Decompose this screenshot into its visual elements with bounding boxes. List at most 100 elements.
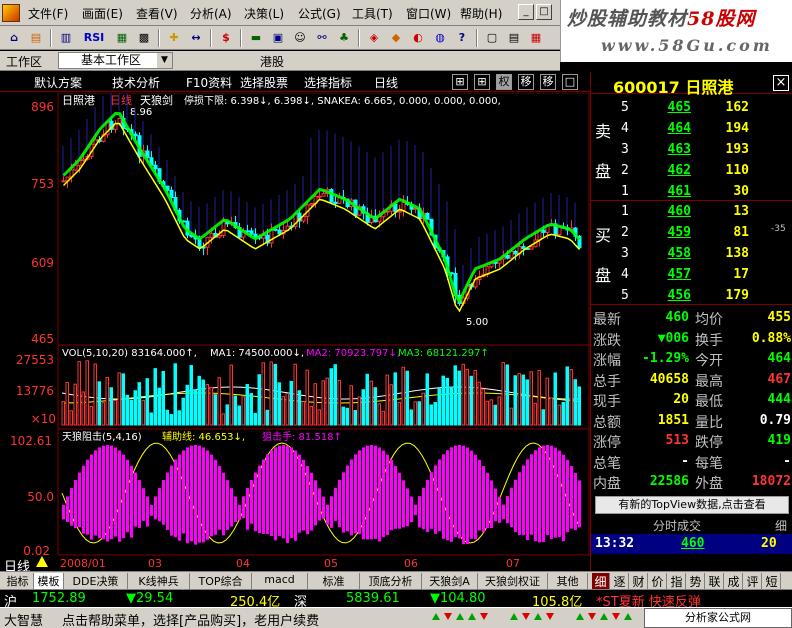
- home-icon[interactable]: ⌂: [4, 29, 24, 47]
- move-toggle-1[interactable]: 移: [518, 74, 534, 90]
- default-scheme-button[interactable]: 默认方案: [34, 74, 82, 90]
- doc-icon[interactable]: ▤: [504, 29, 524, 47]
- tab-right-tick[interactable]: 逐: [611, 573, 629, 589]
- tab-kline-soldier[interactable]: K线神兵: [128, 573, 190, 589]
- tab-right-detail[interactable]: 细: [592, 573, 610, 589]
- globe-icon[interactable]: ◍: [430, 29, 450, 47]
- arrow-icon[interactable]: ↔: [186, 29, 206, 47]
- bid-row[interactable]: 2 459 81: [621, 223, 789, 243]
- app-icon[interactable]: [2, 4, 20, 22]
- menu-file[interactable]: 文件(F): [28, 5, 68, 21]
- calc-icon[interactable]: ▢: [482, 29, 502, 47]
- grid-icon[interactable]: ▩: [134, 29, 154, 47]
- tab-right-linked[interactable]: 联: [706, 573, 724, 589]
- ask-row[interactable]: 5 465 162: [621, 98, 789, 118]
- bid-price[interactable]: 458: [655, 246, 691, 261]
- select-indicator-button[interactable]: 选择指标: [304, 74, 352, 90]
- dollar-icon[interactable]: $: [216, 29, 236, 47]
- bid-row[interactable]: 1 460 13: [621, 202, 789, 222]
- tab-tianlang-a[interactable]: 天狼剑A: [422, 573, 478, 589]
- ask-row[interactable]: 3 463 193: [621, 140, 789, 160]
- book-icon[interactable]: ▦: [526, 29, 546, 47]
- tech-analysis-button[interactable]: 技术分析: [112, 74, 160, 90]
- restore-toggle[interactable]: □: [562, 74, 578, 90]
- tab-top[interactable]: TOP综合: [190, 573, 252, 589]
- binocular-icon[interactable]: ⚯: [312, 29, 332, 47]
- menu-help[interactable]: 帮助(H): [460, 5, 502, 21]
- tick-header-title[interactable]: 分时成交: [653, 517, 701, 534]
- flag-icon[interactable]: ▬: [246, 29, 266, 47]
- tab-dde[interactable]: DDE决策: [64, 573, 128, 589]
- workspace-select[interactable]: 基本工作区 ▼: [58, 52, 173, 69]
- diamond-icon[interactable]: ◆: [386, 29, 406, 47]
- tab-standard[interactable]: 标准: [308, 573, 360, 589]
- tab-tianlang-warrant[interactable]: 天狼剑权证: [478, 573, 548, 589]
- bid-price[interactable]: 460: [655, 204, 691, 219]
- tab-right-finance[interactable]: 财: [630, 573, 648, 589]
- tab-indicator[interactable]: 指标: [2, 573, 34, 589]
- folder-icon[interactable]: ▤: [26, 29, 46, 47]
- tab-right-short[interactable]: 短: [763, 573, 781, 589]
- minimize-button[interactable]: _: [518, 4, 534, 20]
- person-icon[interactable]: ☺: [290, 29, 310, 47]
- ask-price[interactable]: 461: [655, 184, 691, 199]
- bid-row[interactable]: 3 458 138: [621, 244, 789, 264]
- chevron-down-icon[interactable]: ▼: [157, 53, 172, 68]
- ask-row[interactable]: 2 462 110: [621, 161, 789, 181]
- tab-right-deal[interactable]: 成: [725, 573, 743, 589]
- tab-right-review[interactable]: 评: [744, 573, 762, 589]
- tab-top-bottom[interactable]: 顶底分析: [360, 573, 422, 589]
- bid-price[interactable]: 459: [655, 225, 691, 240]
- menu-analysis[interactable]: 分析(A): [190, 5, 232, 21]
- layout-toggle-2[interactable]: ⊞: [474, 74, 490, 90]
- ask-row[interactable]: 1 461 30: [621, 182, 789, 202]
- tab-right-trend[interactable]: 势: [687, 573, 705, 589]
- ask-price[interactable]: 463: [655, 142, 691, 157]
- menu-formula[interactable]: 公式(G): [298, 5, 341, 21]
- ask-row[interactable]: 4 464 194: [621, 119, 789, 139]
- crosshair-icon[interactable]: ✚: [164, 29, 184, 47]
- topview-notice-button[interactable]: 有新的TopView数据,点击查看: [595, 496, 789, 514]
- bid-price[interactable]: 456: [655, 288, 691, 303]
- tick-row[interactable]: 13:32 460 20: [591, 534, 792, 554]
- ask-price[interactable]: 464: [655, 121, 691, 136]
- bid-row[interactable]: 4 457 17: [621, 265, 789, 285]
- pill-icon[interactable]: ◐: [408, 29, 428, 47]
- period-arrow-icon[interactable]: [36, 556, 48, 567]
- workspace-port-label[interactable]: 港股: [260, 53, 284, 70]
- help-icon[interactable]: ?: [452, 29, 472, 47]
- kline-chart-svg[interactable]: 日照港 日线 天狼剑 停损下限: 6.398↓, 6.398↓, SNAKEA:…: [0, 93, 590, 571]
- period-button[interactable]: 日线: [374, 74, 398, 90]
- menu-view[interactable]: 查看(V): [136, 5, 178, 21]
- osc-bar: [358, 450, 361, 535]
- menu-view-screen[interactable]: 画面(E): [82, 5, 123, 21]
- news-icon[interactable]: ▣: [268, 29, 288, 47]
- menu-decision[interactable]: 决策(L): [244, 5, 284, 21]
- move-toggle-2[interactable]: 移: [540, 74, 556, 90]
- tab-right-price[interactable]: 价: [649, 573, 667, 589]
- chart-icon[interactable]: ▦: [112, 29, 132, 47]
- ask-price[interactable]: 465: [655, 100, 691, 115]
- tab-macd[interactable]: macd: [252, 573, 308, 589]
- kline-icon[interactable]: ▥: [56, 29, 76, 47]
- alert-icon[interactable]: ◈: [364, 29, 384, 47]
- tab-other[interactable]: 其他: [548, 573, 588, 589]
- maximize-button[interactable]: □: [536, 4, 552, 20]
- close-icon[interactable]: ×: [773, 75, 789, 91]
- tab-right-index[interactable]: 指: [668, 573, 686, 589]
- bid-row[interactable]: 5 456 179: [621, 286, 789, 306]
- status-hint[interactable]: 点击帮助菜单，选择[产品购买]，老用户续费: [62, 610, 319, 628]
- kline-chart[interactable]: 日照港 日线 天狼剑 停损下限: 6.398↓, 6.398↓, SNAKEA:…: [0, 93, 590, 575]
- menu-tools[interactable]: 工具(T): [352, 5, 393, 21]
- layout-toggle-1[interactable]: ⊞: [452, 74, 468, 90]
- tab-template[interactable]: 模板: [34, 573, 64, 589]
- rights-toggle[interactable]: 权: [496, 74, 512, 90]
- f10-button[interactable]: F10资料: [186, 74, 232, 90]
- rsi-button[interactable]: RSI: [78, 29, 110, 47]
- select-stock-button[interactable]: 选择股票: [240, 74, 288, 90]
- menu-window[interactable]: 窗口(W): [406, 5, 451, 21]
- ask-price[interactable]: 462: [655, 163, 691, 178]
- tree-icon[interactable]: ♣: [334, 29, 354, 47]
- tick-header-detail[interactable]: 细: [775, 517, 787, 534]
- bid-price[interactable]: 457: [655, 267, 691, 282]
